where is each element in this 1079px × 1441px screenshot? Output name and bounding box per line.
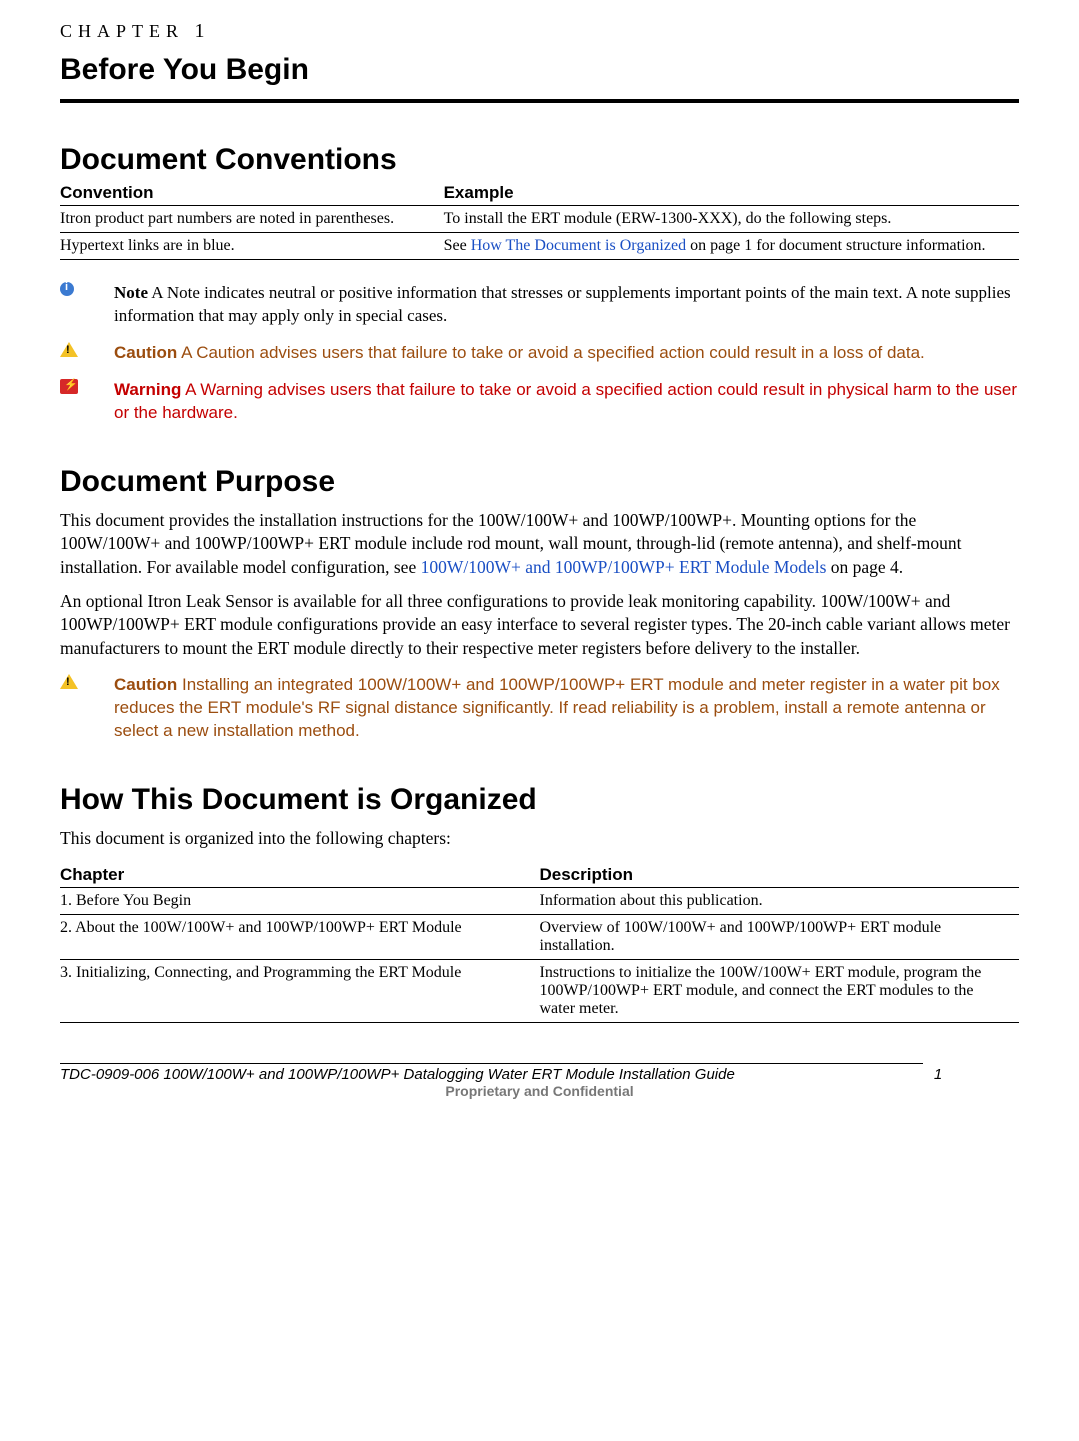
table-cell: Itron product part numbers are noted in … [60,206,444,233]
footer: TDC-0909-006 100W/100W+ and 100WP/100WP+… [60,1066,942,1083]
section-purpose-title: Document Purpose [60,465,1019,499]
table-cell: To install the ERT module (ERW-1300-XXX)… [444,206,1019,233]
table-cell: 2. About the 100W/100W+ and 100WP/100WP+… [60,914,540,959]
table-header-chapter: Chapter [60,861,540,888]
caution-label: Caution [114,675,177,694]
caution-label: Caution [114,343,177,362]
table-row: Itron product part numbers are noted in … [60,206,1019,233]
purpose-paragraph-1: This document provides the installation … [60,509,1019,580]
chapter-number: 1 [195,20,205,42]
link-ert-models[interactable]: 100W/100W+ and 100WP/100WP+ ERT Module M… [421,557,827,577]
warning-icon [60,379,78,394]
text: on page 1 for document structure informa… [686,237,985,254]
table-row: 3. Initializing, Connecting, and Program… [60,959,1019,1022]
link-how-organized[interactable]: How The Document is Organized [471,237,686,254]
page-title: Before You Begin [60,53,1019,103]
note-label: Note [114,283,148,302]
warning-text: A Warning advises users that failure to … [114,380,1017,422]
table-cell: 1. Before You Begin [60,887,540,914]
footer-page-number: 1 [934,1066,942,1083]
caution-block: Caution A Caution advises users that fai… [60,342,1019,365]
table-row: 1. Before You Begin Information about th… [60,887,1019,914]
caution-icon [60,674,78,689]
caution-block: Caution Installing an integrated 100W/10… [60,674,1019,743]
table-cell: 3. Initializing, Connecting, and Program… [60,959,540,1022]
organized-intro: This document is organized into the foll… [60,827,1019,851]
note-text: A Note indicates neutral or positive inf… [114,283,1011,325]
purpose-paragraph-2: An optional Itron Leak Sensor is availab… [60,590,1019,661]
footer-rule [60,1063,923,1064]
text: on page 4. [826,557,903,577]
table-cell: See How The Document is Organized on pag… [444,233,1019,260]
chapter-word: CHAPTER [60,21,184,41]
text: To install the ERT module (ERW-1300-XXX)… [444,210,892,227]
chapter-label: CHAPTER 1 [60,20,1019,43]
warning-label: Warning [114,380,181,399]
footer-sub: Proprietary and Confidential [60,1083,1019,1099]
table-header-convention: Convention [60,179,444,206]
caution-text: A Caution advises users that failure to … [177,343,925,362]
table-row: 2. About the 100W/100W+ and 100WP/100WP+… [60,914,1019,959]
table-header-example: Example [444,179,1019,206]
section-conventions-title: Document Conventions [60,143,1019,177]
caution-icon [60,342,78,357]
warning-block: Warning A Warning advises users that fai… [60,379,1019,425]
note-block: Note A Note indicates neutral or positiv… [60,282,1019,328]
text: See [444,237,471,254]
section-organized-title: How This Document is Organized [60,783,1019,817]
caution-text: Installing an integrated 100W/100W+ and … [114,675,1000,740]
table-cell: Hypertext links are in blue. [60,233,444,260]
table-cell: Instructions to initialize the 100W/100W… [540,959,1020,1022]
footer-left: TDC-0909-006 100W/100W+ and 100WP/100WP+… [60,1066,735,1083]
table-header-description: Description [540,861,1020,888]
note-icon [60,282,74,296]
table-cell: Information about this publication. [540,887,1020,914]
table-cell: Overview of 100W/100W+ and 100WP/100WP+ … [540,914,1020,959]
conventions-table: Convention Example Itron product part nu… [60,179,1019,260]
table-row: Hypertext links are in blue. See How The… [60,233,1019,260]
organized-table: Chapter Description 1. Before You Begin … [60,861,1019,1023]
